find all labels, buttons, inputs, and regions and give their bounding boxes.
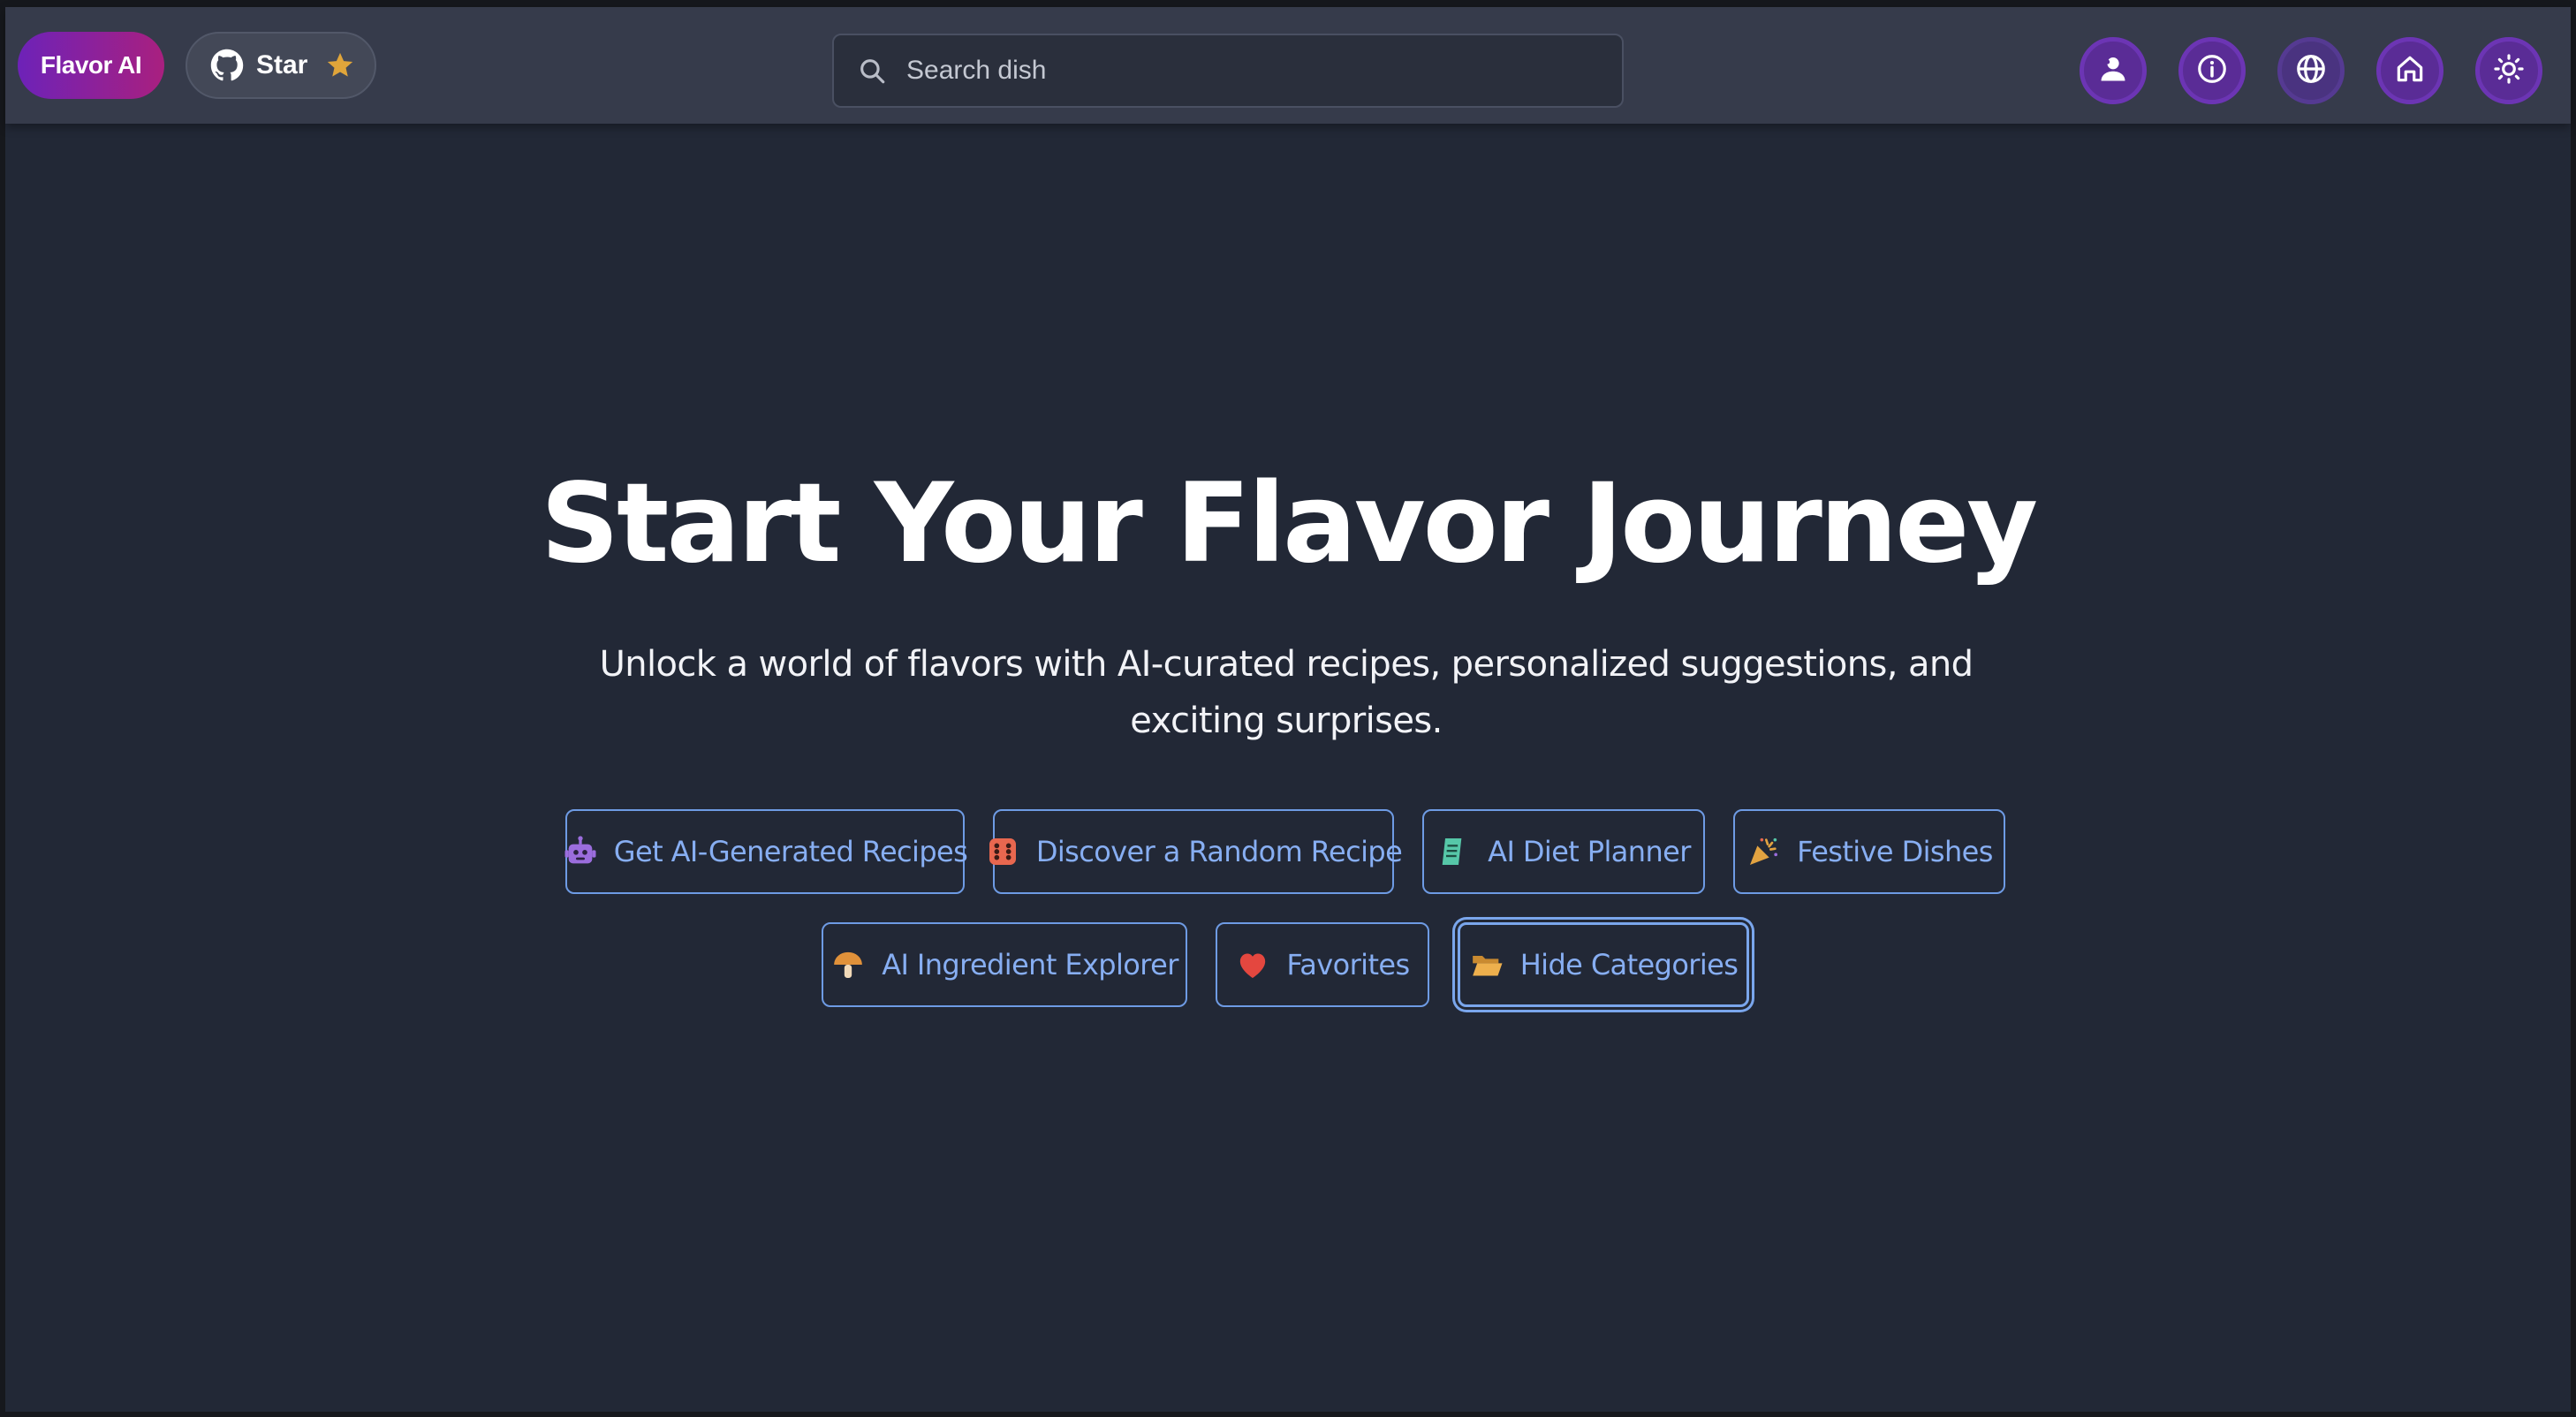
favorites-label: Favorites: [1286, 948, 1410, 981]
language-button[interactable]: [2277, 37, 2345, 104]
festive-dishes-button[interactable]: Festive Dishes: [1733, 809, 2005, 894]
open-folder-icon: [1469, 947, 1504, 982]
ai-recipes-button[interactable]: Get AI-Generated Recipes: [563, 809, 968, 894]
home-button[interactable]: [2376, 37, 2443, 104]
star-label: Star: [256, 50, 308, 80]
favorites-button[interactable]: Favorites: [1216, 922, 1429, 1007]
github-star-button[interactable]: Star: [186, 32, 376, 99]
ingredient-explorer-button[interactable]: AI Ingredient Explorer: [822, 922, 1187, 1007]
sun-icon: [2492, 52, 2526, 89]
hide-categories-button[interactable]: Hide Categories: [1458, 922, 1749, 1007]
diet-planner-button[interactable]: AI Diet Planner: [1422, 809, 1705, 894]
brand-label: Flavor AI: [40, 51, 142, 79]
hero-title: Start Your Flavor Journey: [540, 460, 2038, 587]
robot-icon: [563, 834, 598, 869]
profile-icon: [2096, 52, 2130, 89]
hero-subtitle: Unlock a world of flavors with AI-curate…: [599, 644, 1974, 741]
dice-icon: [985, 834, 1020, 869]
info-button[interactable]: [2178, 37, 2246, 104]
ingredient-explorer-label: AI Ingredient Explorer: [882, 948, 1178, 981]
festive-dishes-label: Festive Dishes: [1797, 835, 1993, 868]
theme-toggle-button[interactable]: [2475, 37, 2542, 104]
notepad-icon: [1436, 834, 1472, 869]
github-icon: [210, 49, 244, 82]
ai-recipes-label: Get AI-Generated Recipes: [613, 835, 968, 868]
search-icon: [857, 56, 887, 86]
hide-categories-label: Hide Categories: [1519, 948, 1739, 981]
top-nav-bar: Flavor AI Star: [5, 7, 2571, 124]
random-recipe-label: Discover a Random Recipe: [1035, 835, 1403, 868]
search-bar: [832, 34, 1624, 108]
diet-planner-label: AI Diet Planner: [1488, 835, 1691, 868]
globe-icon: [2294, 52, 2328, 89]
mushroom-icon: [830, 947, 866, 982]
star-icon: [325, 50, 355, 80]
info-icon: [2195, 52, 2229, 89]
brand-logo-button[interactable]: Flavor AI: [18, 32, 164, 99]
search-input[interactable]: [905, 55, 1594, 87]
app-window: Flavor AI Star Search dish Start Your Fl…: [0, 0, 2576, 1417]
party-popper-icon: [1746, 834, 1781, 869]
random-recipe-button[interactable]: Discover a Random Recipe: [989, 809, 1403, 894]
heart-icon: [1235, 947, 1270, 982]
profile-button[interactable]: [2080, 37, 2147, 104]
home-icon: [2393, 52, 2427, 89]
